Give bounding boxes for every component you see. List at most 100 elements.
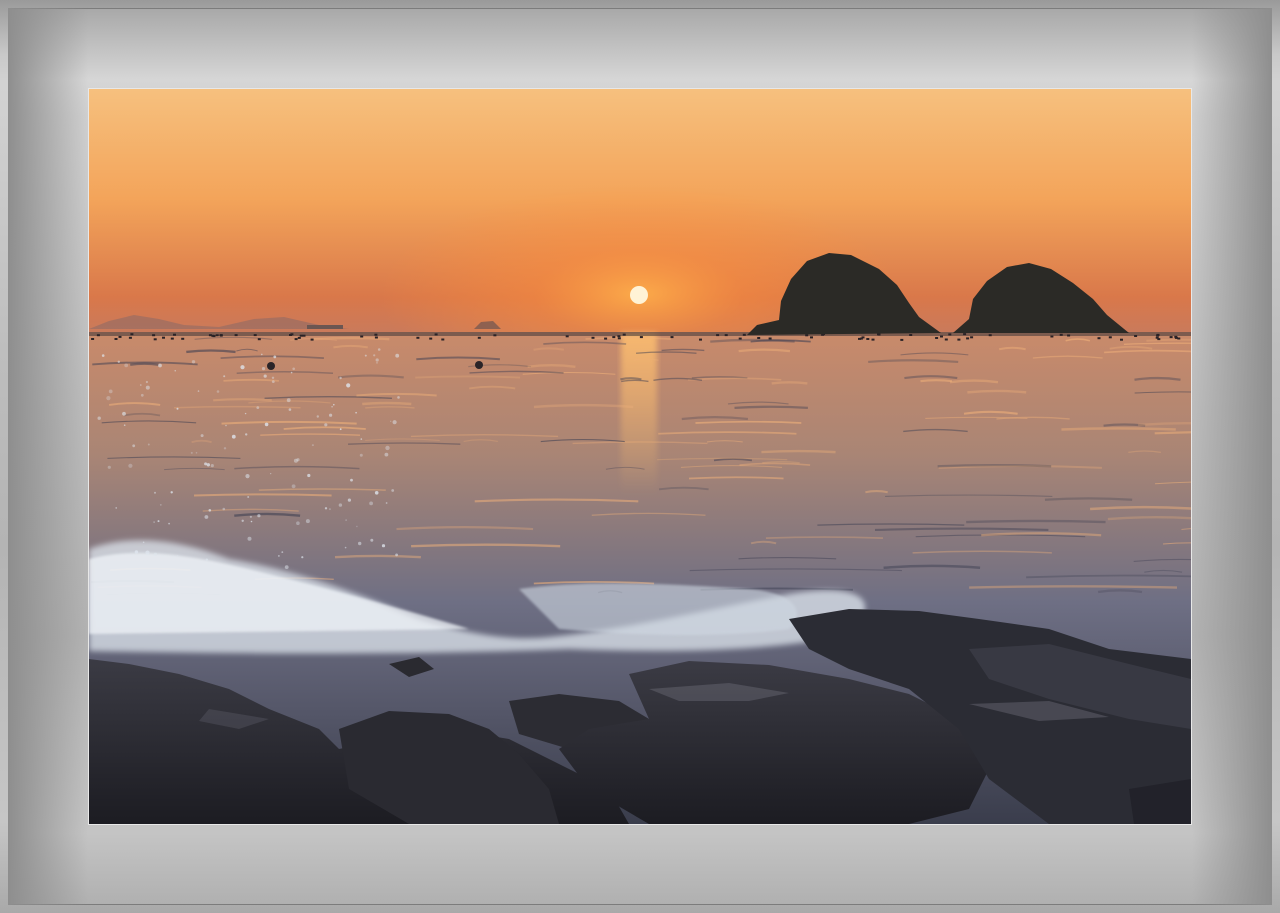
spray-droplet bbox=[122, 411, 126, 416]
spray-droplet bbox=[364, 354, 367, 357]
spray-droplet bbox=[271, 380, 275, 383]
spray-droplet bbox=[331, 405, 333, 408]
spray-droplet bbox=[142, 541, 145, 544]
horizon-buoy bbox=[810, 336, 813, 339]
horizon-buoy bbox=[948, 333, 952, 336]
horizon-buoy bbox=[871, 338, 875, 341]
spray-droplet bbox=[391, 489, 395, 492]
spray-droplet bbox=[397, 396, 400, 399]
spray-droplet bbox=[200, 434, 204, 438]
spray-droplet bbox=[222, 507, 226, 511]
horizon-buoy bbox=[173, 333, 176, 336]
spray-droplet bbox=[208, 509, 212, 512]
spray-droplet bbox=[210, 464, 214, 468]
spray-droplet bbox=[316, 415, 319, 418]
horizon-buoy bbox=[310, 338, 314, 341]
spray-droplet bbox=[264, 422, 269, 427]
spray-droplet bbox=[240, 365, 245, 370]
spray-droplet bbox=[281, 551, 284, 553]
sun-reflection bbox=[621, 333, 657, 493]
ripple bbox=[771, 381, 808, 385]
horizon-buoy bbox=[1156, 333, 1160, 336]
spray-droplet bbox=[107, 465, 111, 469]
horizon-buoy bbox=[441, 338, 445, 341]
spray-droplet bbox=[356, 525, 358, 528]
spray-droplet bbox=[128, 463, 133, 468]
spray-droplet bbox=[223, 375, 226, 378]
spray-droplet bbox=[301, 556, 304, 559]
spray-droplet bbox=[204, 515, 209, 519]
horizon-buoy bbox=[429, 337, 433, 340]
horizon-buoy bbox=[970, 336, 974, 339]
spray-droplet bbox=[247, 536, 252, 541]
spray-droplet bbox=[174, 370, 176, 372]
spray-droplet bbox=[245, 433, 248, 436]
ripple bbox=[223, 378, 279, 382]
spray-droplet bbox=[369, 501, 373, 506]
spray-droplet bbox=[296, 521, 300, 525]
horizon-buoy bbox=[1067, 334, 1071, 337]
horizon-buoy bbox=[299, 334, 303, 337]
spray-droplet bbox=[292, 367, 295, 371]
spray-droplet bbox=[278, 555, 280, 557]
spray-droplet bbox=[377, 348, 381, 351]
spray-droplet bbox=[307, 473, 311, 478]
spray-droplet bbox=[140, 384, 142, 386]
horizon-buoy bbox=[234, 334, 238, 337]
horizon-buoy bbox=[493, 334, 497, 337]
horizon-buoy bbox=[604, 337, 608, 340]
ripple bbox=[334, 554, 421, 559]
spray-droplet bbox=[261, 367, 266, 371]
horizon-buoy bbox=[866, 338, 870, 340]
horizon-buoy bbox=[639, 336, 643, 339]
horizon-buoy bbox=[374, 336, 378, 339]
horizon-buoy bbox=[1120, 338, 1123, 341]
horizon-buoy bbox=[957, 338, 961, 341]
spray-droplet bbox=[147, 443, 150, 446]
spray-droplet bbox=[324, 507, 328, 510]
horizon-buoy bbox=[617, 337, 621, 340]
spray-droplet bbox=[153, 552, 158, 556]
spray-droplet bbox=[333, 403, 335, 406]
horizon-buoy bbox=[297, 336, 301, 339]
spray-droplet bbox=[270, 473, 272, 475]
distant-ship bbox=[307, 325, 343, 329]
ripple bbox=[213, 398, 272, 402]
spray-droplet bbox=[159, 504, 162, 506]
spray-droplet bbox=[170, 491, 173, 494]
spray-droplet bbox=[273, 355, 277, 359]
spray-droplet bbox=[106, 396, 111, 401]
ripple bbox=[1146, 338, 1191, 342]
horizon-buoy bbox=[96, 334, 100, 337]
spray-droplet bbox=[284, 565, 289, 569]
spray-droplet bbox=[392, 420, 397, 425]
sun bbox=[630, 286, 648, 304]
horizon-buoy bbox=[128, 336, 132, 339]
horizon-buoy bbox=[152, 334, 156, 337]
ripple bbox=[761, 449, 836, 454]
spray-droplet bbox=[145, 385, 150, 390]
ripple bbox=[620, 377, 642, 381]
horizon-buoy bbox=[289, 334, 292, 336]
spray-droplet bbox=[157, 520, 160, 523]
spray-droplet bbox=[197, 390, 200, 392]
horizon-buoy bbox=[434, 333, 438, 336]
spray-droplet bbox=[345, 519, 347, 521]
ripple bbox=[1061, 427, 1176, 431]
horizon-buoy bbox=[1134, 335, 1138, 337]
horizon-buoy bbox=[114, 338, 118, 340]
buoy bbox=[267, 362, 275, 370]
spray-droplet bbox=[271, 376, 275, 379]
sunset-photo bbox=[88, 88, 1192, 825]
horizon-buoy bbox=[612, 336, 616, 339]
spray-droplet bbox=[375, 358, 379, 362]
horizon-buoy bbox=[617, 335, 621, 338]
spray-droplet bbox=[132, 444, 136, 448]
spray-droplet bbox=[176, 407, 179, 410]
horizon-buoy bbox=[900, 338, 904, 341]
spray-droplet bbox=[225, 424, 227, 427]
spray-droplet bbox=[145, 550, 150, 555]
spray-droplet bbox=[97, 416, 101, 420]
horizon-buoy bbox=[1169, 336, 1173, 339]
spray-droplet bbox=[329, 413, 333, 417]
